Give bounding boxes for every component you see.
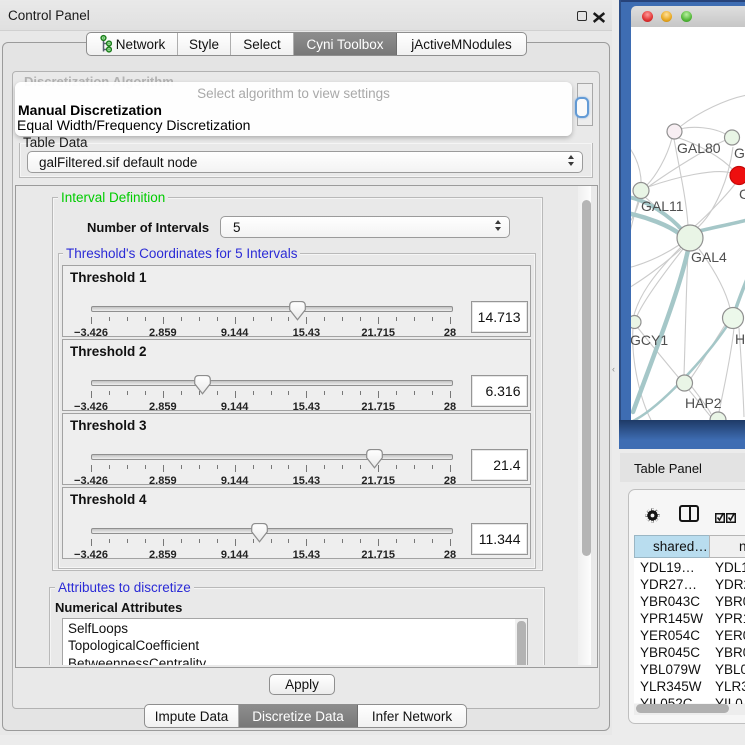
- svg-text:CR: CR: [739, 186, 745, 202]
- svg-text:GCY1: GCY1: [631, 332, 668, 348]
- svg-text:HI: HI: [735, 331, 745, 347]
- svg-text:HAP2: HAP2: [685, 395, 722, 411]
- svg-text:GAL4: GAL4: [691, 249, 727, 265]
- svg-text:GAL80: GAL80: [677, 140, 721, 156]
- svg-text:GAL11: GAL11: [641, 198, 684, 214]
- svg-text:GA: GA: [734, 145, 745, 161]
